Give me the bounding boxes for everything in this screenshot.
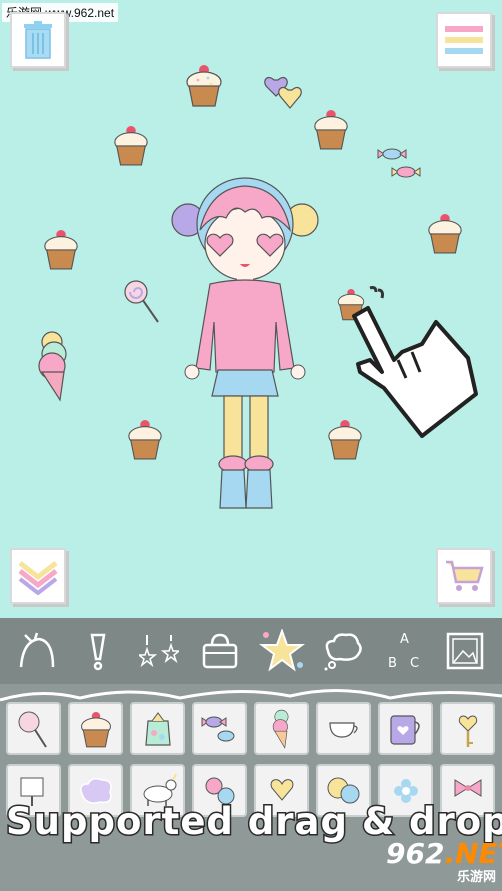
- tab-bag[interactable]: [196, 626, 244, 676]
- cupcake-icon[interactable]: [42, 226, 80, 272]
- chevron-down-double-icon: [18, 561, 58, 595]
- hair-ribbon-icon: [19, 632, 54, 668]
- picture-frame-icon: [447, 632, 484, 670]
- earrings-icon: [139, 635, 180, 668]
- item-key[interactable]: [440, 702, 495, 755]
- cupcake-icon[interactable]: [426, 210, 464, 256]
- item-cupcake[interactable]: [68, 702, 123, 755]
- rainbow-hearts-icon[interactable]: [262, 70, 306, 114]
- panel-cloud-border: [0, 688, 502, 702]
- item-teacup[interactable]: [316, 702, 371, 755]
- item-lollipop[interactable]: [6, 702, 61, 755]
- logo-subtext: 乐游网: [456, 870, 496, 885]
- item-candy-bag[interactable]: [130, 702, 185, 755]
- item-candy[interactable]: [192, 702, 247, 755]
- sparkle-icon: [258, 629, 305, 672]
- cupcake-icon: [80, 711, 111, 747]
- lollipop-icon[interactable]: [122, 278, 162, 324]
- hamburger-menu-icon: [445, 26, 483, 54]
- exclamation-icon: [90, 633, 106, 671]
- wrapped-candy-icon[interactable]: [376, 144, 422, 180]
- collapse-button[interactable]: [10, 548, 66, 604]
- letter-a: A: [400, 632, 409, 647]
- menu-button[interactable]: [436, 12, 492, 68]
- tab-speech[interactable]: [319, 626, 367, 676]
- tab-expression[interactable]: [74, 626, 122, 676]
- tab-text[interactable]: A B C: [380, 626, 428, 676]
- logo-watermark: 962.NET 乐游网: [386, 837, 502, 885]
- handbag-icon: [203, 633, 238, 669]
- trash-button[interactable]: [10, 12, 66, 68]
- heart-key-icon: [458, 715, 477, 747]
- letter-c: C: [410, 656, 419, 671]
- teacup-icon: [328, 721, 358, 738]
- logo-number: 962: [386, 837, 445, 870]
- tab-background[interactable]: [441, 626, 489, 676]
- item-mug[interactable]: [378, 702, 433, 755]
- category-bar: A B C: [0, 618, 502, 684]
- cupcake-icon[interactable]: [184, 62, 224, 108]
- letter-b: B: [388, 656, 397, 671]
- tab-earrings[interactable]: [135, 626, 183, 676]
- ice-cream-icon[interactable]: [36, 330, 74, 402]
- thought-bubble-icon: [324, 633, 362, 671]
- shop-button[interactable]: [436, 548, 492, 604]
- heart-mug-icon: [389, 714, 420, 745]
- shopping-cart-icon: [446, 560, 484, 591]
- pointer-hand-icon: [352, 286, 478, 438]
- tab-effects[interactable]: [258, 626, 306, 676]
- wrapped-candy-icon: [201, 716, 234, 741]
- trash-icon: [24, 21, 52, 59]
- candy-bag-icon: [144, 711, 171, 746]
- cupcake-icon[interactable]: [112, 122, 150, 168]
- cupcake-icon[interactable]: [126, 416, 164, 462]
- abc-letters-icon: A B C: [388, 632, 419, 671]
- character-avatar[interactable]: [170, 172, 320, 514]
- lollipop-icon: [18, 711, 47, 748]
- item-ice-cream[interactable]: [254, 702, 309, 755]
- tab-hair[interactable]: [13, 626, 61, 676]
- cupcake-icon[interactable]: [312, 106, 350, 152]
- ice-cream-icon: [272, 709, 288, 749]
